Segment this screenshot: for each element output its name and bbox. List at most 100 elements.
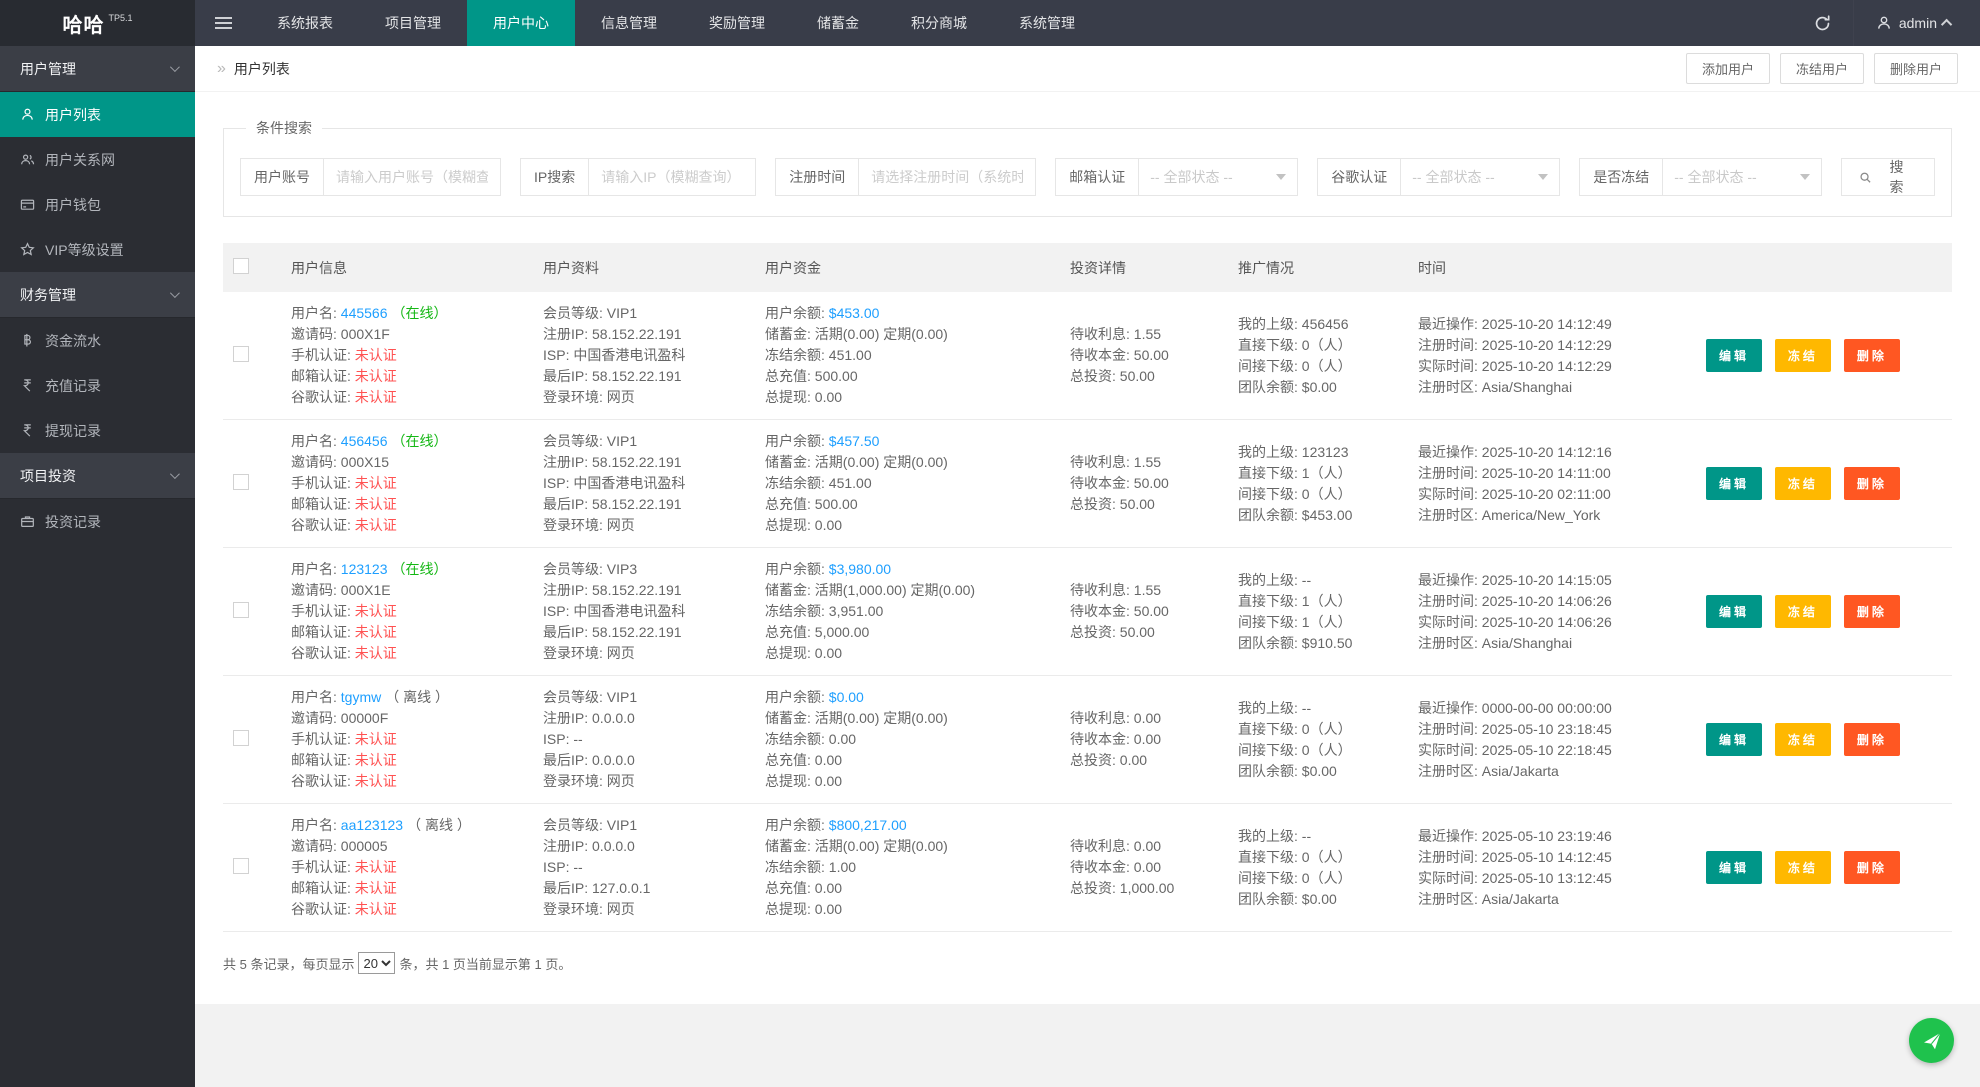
edit-button[interactable]: 编辑 [1706,467,1763,500]
frozen-balance: 451.00 [828,475,872,491]
rupee-currency-icon [23,379,31,392]
sidebar-section-finance-manage[interactable]: 财务管理 [0,272,195,318]
username-field-label: 用户账号 [241,159,324,195]
upline: -- [1301,699,1312,716]
sidebar-section-project-invest[interactable]: 项目投资 [0,453,195,499]
breadcrumb-arrow-icon: » [217,59,226,77]
tab-system-manage[interactable]: 系统管理 [993,0,1101,46]
hamburger-menu-icon[interactable] [195,0,251,46]
freeze-button[interactable]: 冻结 [1774,467,1831,500]
edit-button[interactable]: 编辑 [1706,595,1763,628]
google-auth-status: 未认证 [354,517,397,533]
register-timezone: Asia/Shanghai [1481,378,1573,395]
email-auth-select[interactable]: -- 全部状态 -- [1139,159,1297,195]
username-link[interactable]: 123123 [341,561,388,577]
sidebar-item-user-network[interactable]: 用户关系网 [0,137,195,182]
ip-search-input[interactable] [589,159,756,195]
cell-promotion: 我的上级: 456456 直接下级: 0（人） 间接下级: 0（人） 团队余额:… [1238,315,1352,395]
row-checkbox[interactable] [233,730,249,746]
online-status: （ 离线 ） [407,817,471,833]
tab-user-center[interactable]: 用户中心 [467,0,575,46]
direct-subordinates: 1（人） [1301,592,1352,609]
freeze-user-button[interactable]: 冻结用户 [1779,53,1864,84]
add-user-button[interactable]: 添加用户 [1685,53,1770,84]
cell-time: 最近操作: 2025-10-20 14:15:05 注册时间: 2025-10-… [1418,571,1612,651]
admin-user-menu[interactable]: admin [1852,0,1980,46]
search-button[interactable]: 搜 索 [1841,158,1935,196]
sidebar-item-label: 用户列表 [45,106,101,123]
frozen-status-select[interactable]: -- 全部状态 -- [1663,159,1821,195]
last-operation-time: 2025-10-20 14:12:16 [1481,443,1612,460]
username-link[interactable]: 456456 [341,433,388,449]
username-link[interactable]: tgymw [341,689,381,705]
vip-level: VIP1 [606,817,638,833]
sidebar-item-fund-flow[interactable]: 资金流水 [0,318,195,363]
select-all-checkbox[interactable] [233,258,249,274]
row-checkbox[interactable] [233,858,249,874]
cell-promotion: 我的上级: -- 直接下级: 0（人） 间接下级: 0（人） 团队余额: $0.… [1238,827,1352,907]
total-withdraw: 0.00 [814,517,843,533]
refresh-button[interactable] [1790,0,1853,46]
tab-savings[interactable]: 储蓄金 [791,0,885,46]
email-auth-select-value: -- 全部状态 -- [1150,169,1233,185]
sidebar-item-withdraw-records[interactable]: 提现记录 [0,408,195,453]
indirect-subordinates: 0（人） [1301,869,1352,886]
edit-button[interactable]: 编辑 [1706,339,1763,372]
freeze-button[interactable]: 冻结 [1774,851,1831,884]
edit-button[interactable]: 编辑 [1706,851,1763,884]
row-checkbox[interactable] [233,474,249,490]
username-link[interactable]: aa123123 [341,817,403,833]
col-promotion: 推广情况 [1238,259,1294,276]
pagination: 共 5 条记录，每页显示 20 条，共 1 页当前显示第 1 页。 [223,952,1952,974]
user-table-body: 用户名: 445566 （在线） 邀请码: 000X1F 手机认证: 未认证 邮箱… [223,292,1952,932]
floating-action-button[interactable] [1909,1018,1954,1063]
delete-button[interactable]: 删除 [1843,851,1900,884]
phone-auth-status: 未认证 [354,603,397,619]
sidebar-item-invest-records[interactable]: 投资记录 [0,499,195,544]
register-timezone: Asia/Jakarta [1481,890,1559,907]
invite-code: 000005 [340,838,388,854]
sidebar-item-recharge-records[interactable]: 充值记录 [0,363,195,408]
freeze-button[interactable]: 冻结 [1774,595,1831,628]
freeze-button[interactable]: 冻结 [1774,723,1831,756]
page-size-select[interactable]: 20 [358,952,396,974]
sidebar-item-user-list[interactable]: 用户列表 [0,92,195,137]
team-balance: $910.50 [1301,634,1353,651]
delete-button[interactable]: 删除 [1843,467,1900,500]
tab-project-manage[interactable]: 项目管理 [359,0,467,46]
freeze-button[interactable]: 冻结 [1774,339,1831,372]
tab-system-report[interactable]: 系统报表 [251,0,359,46]
app-logo: 哈哈 TP5.1 [0,0,195,46]
delete-button[interactable]: 删除 [1843,339,1900,372]
delete-button[interactable]: 删除 [1843,595,1900,628]
savings: 活期(0.00) 定期(0.00) [814,326,948,342]
row-checkbox[interactable] [233,346,249,362]
app-logo-text: 哈哈 [62,14,105,37]
row-checkbox[interactable] [233,602,249,618]
google-auth-status: 未认证 [354,901,397,917]
isp: 中国香港电讯盈科 [573,475,686,491]
username-input[interactable] [324,159,500,195]
tab-info-manage[interactable]: 信息管理 [575,0,683,46]
chevron-down-icon [169,469,180,480]
sidebar-item-user-wallet[interactable]: 用户钱包 [0,182,195,227]
delete-user-button[interactable]: 删除用户 [1873,53,1958,84]
savings: 活期(0.00) 定期(0.00) [814,838,948,854]
username-field-group: 用户账号 [240,158,501,196]
tab-reward-manage[interactable]: 奖励管理 [683,0,791,46]
register-timezone: Asia/Jakarta [1481,762,1559,779]
sidebar-section-user-manage[interactable]: 用户管理 [0,46,195,92]
sidebar-item-vip-settings[interactable]: VIP等级设置 [0,227,195,272]
register-time-input[interactable] [859,159,1036,195]
user-balance: $0.00 [828,689,864,705]
wallet-icon [20,199,35,210]
email-auth-status: 未认证 [354,880,397,896]
edit-button[interactable]: 编辑 [1706,723,1763,756]
dropdown-arrow-icon [1276,174,1287,180]
google-auth-select[interactable]: -- 全部状态 -- [1401,159,1559,195]
tab-points-mall[interactable]: 积分商城 [885,0,993,46]
delete-button[interactable]: 删除 [1843,723,1900,756]
pending-interest: 0.00 [1133,710,1162,726]
username-link[interactable]: 445566 [341,305,388,321]
register-time: 2025-05-10 23:18:45 [1481,720,1612,737]
